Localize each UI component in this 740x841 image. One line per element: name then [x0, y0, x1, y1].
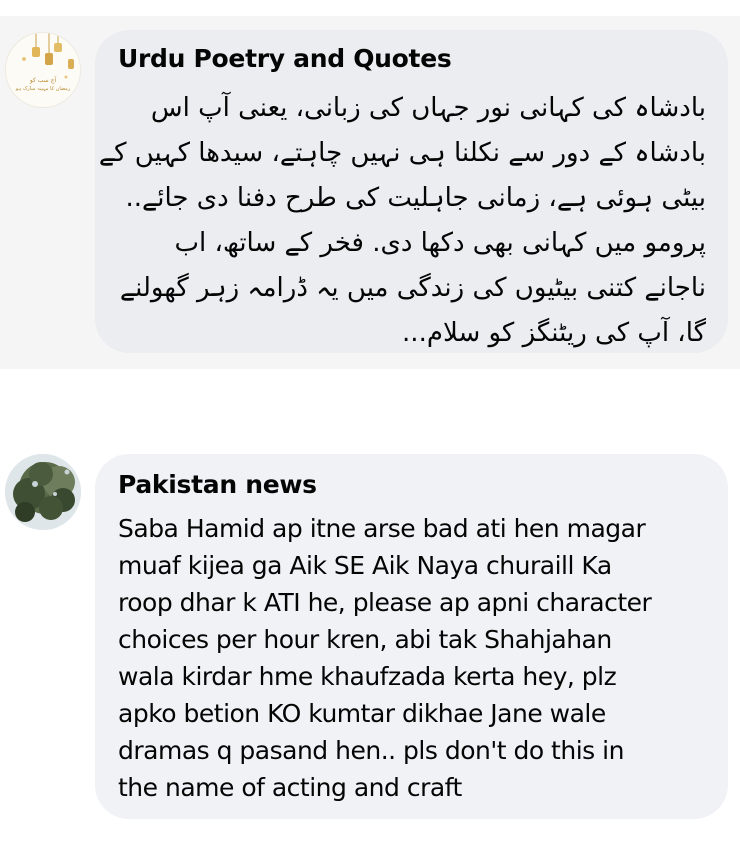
comment-text-line: muaf kijea ga Aik SE Aik Naya churaill K…: [118, 551, 612, 580]
comment-text: Saba Hamid ap itne arse bad ati hen maga…: [118, 510, 652, 806]
comment-text-line: بیٹی ہوئی ہے، زمانی جاہلیت کی طرح دفنا د…: [125, 183, 706, 213]
comment-text-line: wala kirdar hme khaufzada kerta hey, plz: [118, 662, 617, 691]
comment-bubble[interactable]: Pakistan news Saba Hamid ap itne arse ba…: [95, 454, 728, 819]
comment-text-line: roop dhar k ATI he, please ap apni chara…: [118, 588, 652, 617]
comment-text-line: ناجانے کتنی بیٹیوں کی زندگی میں یہ ڈرامہ…: [119, 273, 706, 303]
comment-text-line: پرومو میں کہانی بھی دکھا دی. فخر کے ساتھ…: [174, 228, 706, 258]
avatar-text-1: آج سب کو: [29, 77, 57, 84]
top-spacer: [0, 0, 740, 16]
avatar-text-2: رمضان کا مہینہ مبارک ہو: [15, 86, 71, 92]
comment-text-line: choices per hour kren, abi tak Shahjahan: [118, 625, 612, 654]
comment-bubble[interactable]: Urdu Poetry and Quotes بادشاہ کی کہانی ن…: [95, 30, 728, 353]
comment-item: Pakistan news Saba Hamid ap itne arse ba…: [0, 430, 740, 841]
comment-text-line: بادشاہ کے دور سے نکلنا ہی نہیں چاہتے، سی…: [98, 138, 706, 168]
comment-author[interactable]: Pakistan news: [118, 470, 317, 499]
avatar[interactable]: آج سب کو رمضان کا مہینہ مبارک ہو: [5, 32, 81, 108]
comment-item: آج سب کو رمضان کا مہینہ مبارک ہو Urdu Po…: [0, 16, 740, 369]
lanterns-logo-icon: [22, 33, 74, 79]
comment-text-line: apko betion KO kumtar dikhae Jane wale: [118, 699, 606, 728]
comment-text-line: گا، آپ کی ریٹنگز کو سلام...: [402, 318, 706, 348]
comment-text-line: the name of acting and craft: [118, 773, 462, 802]
comment-author[interactable]: Urdu Poetry and Quotes: [118, 44, 452, 73]
comment-text-line: dramas q pasand hen.. pls don't do this …: [118, 736, 624, 765]
avatar[interactable]: [5, 454, 81, 530]
tree-photo-icon: [5, 454, 81, 530]
comment-text-line: Saba Hamid ap itne arse bad ati hen maga…: [118, 514, 646, 543]
comment-text: بادشاہ کی کہانی نور جہاں کی زبانی، یعنی …: [95, 86, 706, 356]
comment-text-line: بادشاہ کی کہانی نور جہاں کی زبانی، یعنی …: [150, 93, 706, 123]
